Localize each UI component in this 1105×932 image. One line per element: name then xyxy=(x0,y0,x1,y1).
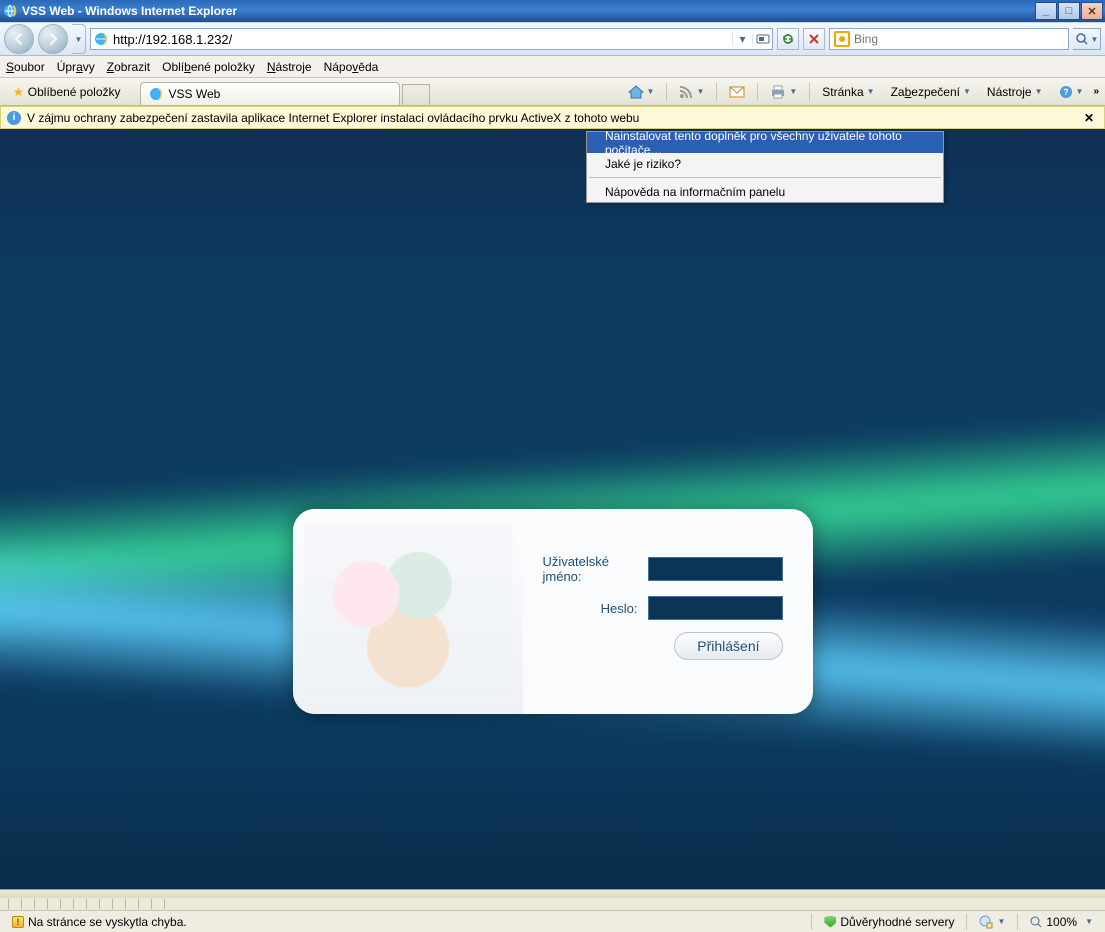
menu-upravy[interactable]: Úpravy xyxy=(57,60,95,74)
password-input[interactable] xyxy=(648,596,783,620)
shield-icon xyxy=(824,916,836,928)
window-titlebar: VSS Web - Windows Internet Explorer _ □ … xyxy=(0,0,1105,22)
infobar-context-menu: Nainstalovat tento doplněk pro všechny u… xyxy=(586,131,944,203)
ctx-help[interactable]: Nápověda na informačním panelu xyxy=(587,181,943,202)
ctx-risk-label: Jaké je riziko? xyxy=(605,157,681,171)
password-label: Heslo: xyxy=(601,601,638,616)
page-icon xyxy=(91,32,111,46)
mail-button[interactable] xyxy=(723,81,751,103)
navbar: ▼ ▾ ▼ xyxy=(0,22,1105,56)
status-zone-section[interactable]: Důvěryhodné servery xyxy=(818,911,960,932)
login-illustration xyxy=(293,509,523,714)
ie-icon xyxy=(149,87,163,101)
username-label: Uživatelské jméno: xyxy=(543,554,638,584)
history-dropdown[interactable]: ▼ xyxy=(72,24,86,54)
tools-menu[interactable]: Nástroje ▼ xyxy=(981,81,1049,103)
globe-lock-icon xyxy=(979,915,993,929)
info-icon: i xyxy=(7,111,21,125)
bing-icon xyxy=(834,31,850,47)
status-zone-text: Důvěryhodné servery xyxy=(840,915,954,929)
login-button[interactable]: Přihlášení xyxy=(674,632,782,660)
menu-nastroje[interactable]: Nástroje xyxy=(267,60,312,74)
infobar-close-button[interactable]: ✕ xyxy=(1080,111,1098,125)
address-input[interactable] xyxy=(111,32,732,47)
status-protected-mode[interactable]: ▼ xyxy=(973,911,1011,932)
favorites-button[interactable]: ★ Oblíbené položky xyxy=(6,82,128,102)
maximize-button[interactable]: □ xyxy=(1058,2,1080,20)
tab-strip: VSS Web xyxy=(140,78,430,105)
window-title: VSS Web - Windows Internet Explorer xyxy=(22,4,1034,18)
zoom-icon xyxy=(1030,916,1042,928)
stop-button[interactable] xyxy=(803,28,825,50)
safety-menu-label: Zabezpečení xyxy=(891,85,960,99)
status-error-text: Na stránce se vyskytla chyba. xyxy=(28,915,187,929)
rss-icon xyxy=(679,85,693,99)
status-zoom-text: 100% xyxy=(1046,915,1077,929)
ctx-help-label: Nápověda na informačním panelu xyxy=(605,185,785,199)
menu-zobrazit[interactable]: Zobrazit xyxy=(107,60,150,74)
star-icon: ★ xyxy=(13,85,24,99)
printer-icon xyxy=(770,85,786,99)
svg-text:?: ? xyxy=(1063,87,1069,97)
address-bar: ▾ xyxy=(90,28,773,50)
activex-infobar[interactable]: i V zájmu ochrany zabezpečení zastavila … xyxy=(0,106,1105,129)
menu-oblibene[interactable]: Oblíbené položky xyxy=(162,60,255,74)
username-input[interactable] xyxy=(648,557,783,581)
infobar-text: V zájmu ochrany zabezpečení zastavila ap… xyxy=(27,111,1074,125)
menu-soubor[interactable]: SSouboroubor xyxy=(6,60,45,74)
help-icon: ? xyxy=(1059,85,1073,99)
command-bar: ▼ ▼ ▼ Stránka ▼ Zabezpečení ▼ Nástr xyxy=(622,81,1099,103)
minimize-button[interactable]: _ xyxy=(1035,2,1057,20)
back-button[interactable] xyxy=(4,24,34,54)
ctx-install-addon[interactable]: Nainstalovat tento doplněk pro všechny u… xyxy=(587,132,943,153)
warning-icon: ! xyxy=(12,916,24,928)
favorites-label: Oblíbené položky xyxy=(28,85,121,99)
help-button[interactable]: ? ▼ xyxy=(1053,81,1090,103)
search-input[interactable] xyxy=(854,32,1068,46)
safety-menu[interactable]: Zabezpečení ▼ xyxy=(885,81,977,103)
login-form: Uživatelské jméno: Heslo: Přihlášení xyxy=(523,509,813,714)
lower-toolstrip xyxy=(0,898,1105,910)
ctx-install-label: Nainstalovat tento doplněk pro všechny u… xyxy=(605,129,925,157)
search-box xyxy=(829,28,1069,50)
login-box: Uživatelské jméno: Heslo: Přihlášení xyxy=(293,509,813,714)
status-error-section[interactable]: ! Na stránce se vyskytla chyba. xyxy=(6,911,193,932)
page-menu-label: Stránka xyxy=(822,85,863,99)
search-go-button[interactable]: ▼ xyxy=(1073,28,1101,50)
ie-icon xyxy=(2,3,18,19)
tool-edge xyxy=(0,889,1105,898)
menubar: SSouboroubor Úpravy Zobrazit Oblíbené po… xyxy=(0,56,1105,78)
address-drop-icon[interactable]: ▾ xyxy=(732,32,752,46)
close-button[interactable]: ✕ xyxy=(1081,2,1103,20)
forward-button[interactable] xyxy=(38,24,68,54)
favorites-bar: ★ Oblíbené položky VSS Web ▼ ▼ xyxy=(0,78,1105,106)
ctx-separator xyxy=(589,177,941,178)
tab-active[interactable]: VSS Web xyxy=(140,82,400,105)
home-button[interactable]: ▼ xyxy=(622,81,661,103)
compat-view-icon[interactable] xyxy=(752,34,772,44)
page-menu[interactable]: Stránka ▼ xyxy=(816,81,880,103)
menu-napoveda[interactable]: Nápověda xyxy=(324,60,379,74)
new-tab-button[interactable] xyxy=(402,84,430,105)
refresh-button[interactable] xyxy=(777,28,799,50)
cmdbar-overflow-icon[interactable]: » xyxy=(1093,86,1099,97)
print-button[interactable]: ▼ xyxy=(764,81,803,103)
tab-title: VSS Web xyxy=(169,87,221,101)
home-icon xyxy=(628,85,644,99)
tools-menu-label: Nástroje xyxy=(987,85,1032,99)
status-zoom-section[interactable]: 100% ▼ xyxy=(1024,911,1099,932)
status-bar: ! Na stránce se vyskytla chyba. Důvěryho… xyxy=(0,910,1105,932)
feeds-button[interactable]: ▼ xyxy=(673,81,710,103)
mail-icon xyxy=(729,86,745,98)
page-viewport: Uživatelské jméno: Heslo: Přihlášení xyxy=(0,129,1105,889)
